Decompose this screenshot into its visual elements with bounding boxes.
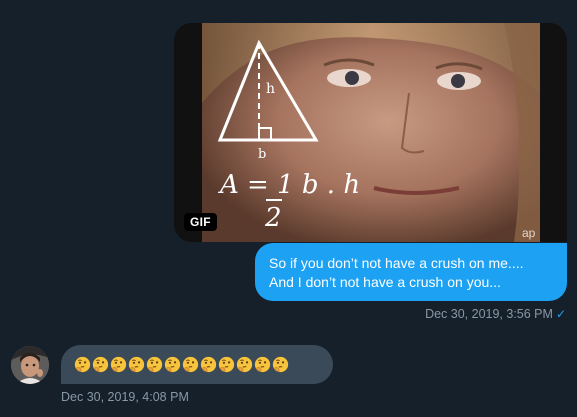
thinking-face-icon bbox=[218, 356, 235, 373]
thinking-face-icon bbox=[164, 356, 181, 373]
gif-image: h b A = 1 b . h 2 ap bbox=[174, 23, 567, 242]
outgoing-timestamp: Dec 30, 2019, 3:56 PM bbox=[425, 307, 553, 321]
outgoing-message-meta: Dec 30, 2019, 3:56 PM ✓ bbox=[425, 307, 566, 321]
svg-text:A = 1 b . h: A = 1 b . h bbox=[218, 170, 360, 200]
thinking-face-icon bbox=[146, 356, 163, 373]
thinking-face-icon bbox=[74, 356, 91, 373]
thinking-face-icon bbox=[110, 356, 127, 373]
thinking-face-icon bbox=[236, 356, 253, 373]
thinking-face-icon bbox=[254, 356, 271, 373]
incoming-timestamp: Dec 30, 2019, 4:08 PM bbox=[61, 390, 189, 404]
gif-media[interactable]: h b A = 1 b . h 2 ap bbox=[174, 23, 567, 242]
thinking-face-icon bbox=[92, 356, 109, 373]
outgoing-message-line-1: So if you don’t not have a crush on me..… bbox=[269, 255, 524, 271]
svg-text:2: 2 bbox=[264, 203, 282, 233]
svg-text:h: h bbox=[266, 81, 275, 97]
svg-text:ap: ap bbox=[522, 226, 536, 240]
avatar[interactable] bbox=[11, 346, 49, 384]
avatar-image bbox=[11, 346, 49, 384]
svg-text:b: b bbox=[258, 147, 266, 162]
incoming-message-bubble[interactable] bbox=[61, 345, 333, 384]
thinking-face-icon bbox=[272, 356, 289, 373]
read-check-icon: ✓ bbox=[555, 307, 566, 321]
thinking-face-icon bbox=[182, 356, 199, 373]
outgoing-message-bubble[interactable]: So if you don’t not have a crush on me..… bbox=[255, 243, 567, 301]
gif-badge: GIF bbox=[184, 213, 217, 231]
thinking-face-icon bbox=[200, 356, 217, 373]
outgoing-message-line-2: And I don’t not have a crush on you... bbox=[269, 274, 501, 290]
thinking-face-icon bbox=[128, 356, 145, 373]
